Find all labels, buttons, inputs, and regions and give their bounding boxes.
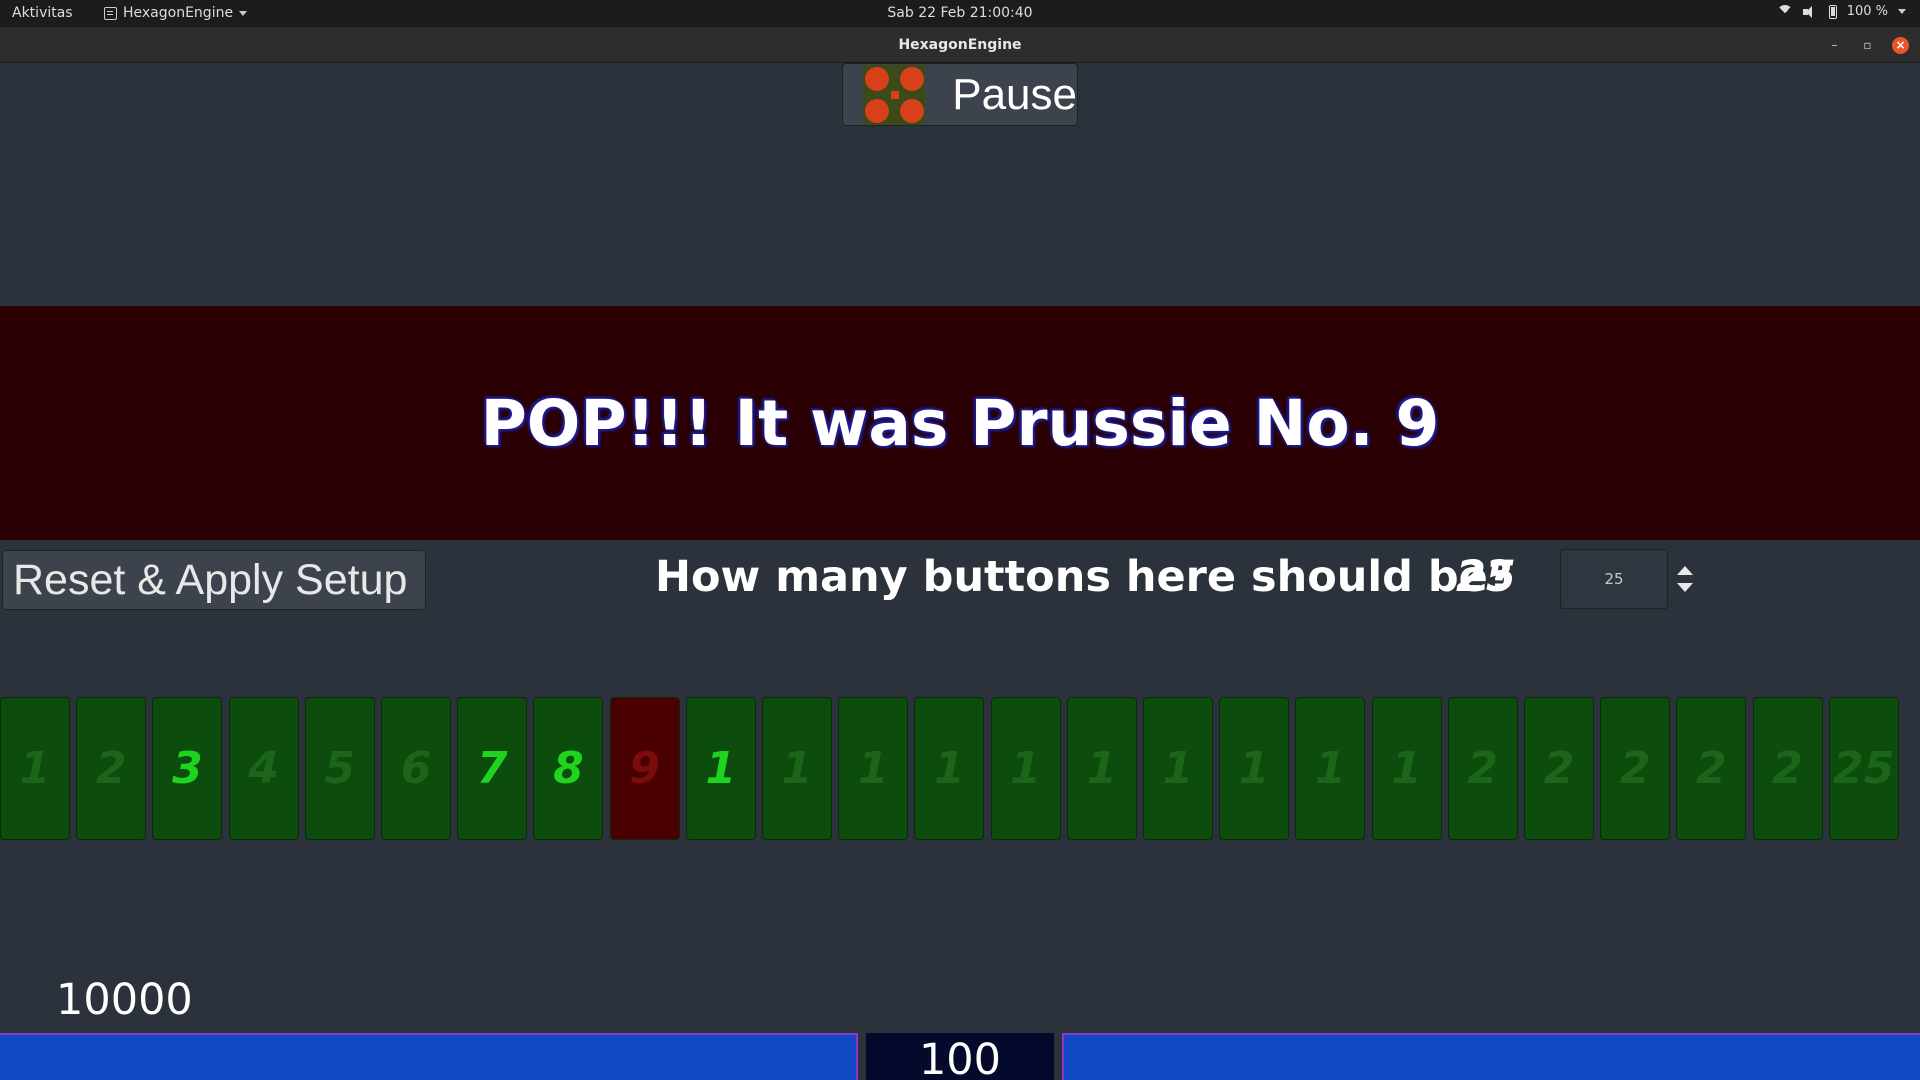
number-button[interactable]: 8: [533, 697, 604, 840]
number-button[interactable]: 1: [762, 697, 832, 840]
system-tray[interactable]: 100 %: [1776, 4, 1906, 21]
status-bar-left: [0, 1033, 858, 1080]
number-button[interactable]: 7: [457, 697, 528, 840]
activities-button[interactable]: Aktivitas: [12, 5, 73, 21]
app-menu-label: HexagonEngine: [123, 5, 234, 21]
status-center-value: 100: [866, 1033, 1054, 1080]
number-button[interactable]: 6: [381, 697, 451, 840]
chevron-down-icon: [1898, 9, 1906, 14]
status-bar-right: [1062, 1033, 1920, 1080]
number-button[interactable]: 1: [914, 697, 985, 840]
clock[interactable]: Sab 22 Feb 21:00:40: [0, 5, 1920, 21]
number-button[interactable]: 2: [1752, 697, 1823, 840]
reset-apply-setup-button[interactable]: Reset & Apply Setup: [2, 550, 426, 610]
wifi-icon: [1776, 4, 1793, 21]
app-menu[interactable]: HexagonEngine: [104, 5, 248, 21]
number-button[interactable]: 9: [609, 697, 680, 840]
window-title: HexagonEngine: [898, 37, 1022, 53]
number-button[interactable]: 1: [838, 697, 909, 840]
number-button[interactable]: 1: [0, 697, 70, 840]
score-value: 10000: [56, 975, 193, 1025]
number-button[interactable]: 3: [152, 697, 223, 840]
button-count-spinbox[interactable]: 25: [1560, 549, 1668, 609]
x-shape-icon: [863, 64, 926, 125]
close-button[interactable]: ×: [1892, 37, 1909, 54]
minimize-button[interactable]: –: [1826, 37, 1843, 54]
message-banner: POP!!! It was Prussie No. 9: [0, 306, 1920, 540]
spin-down-icon[interactable]: [1677, 583, 1693, 592]
number-button[interactable]: 2: [76, 697, 147, 840]
spin-up-icon[interactable]: [1677, 566, 1693, 575]
number-button[interactable]: 5: [304, 697, 375, 840]
number-button[interactable]: 1: [685, 697, 756, 840]
number-buttons-row: 1 2 3 4 5 6 7 8 9 1 1 1 1 1 1 1 1 1 1 2 2 2 2 2 25: [0, 697, 1920, 840]
number-button[interactable]: 1: [1066, 697, 1137, 840]
number-button[interactable]: 1: [1143, 697, 1213, 840]
number-button[interactable]: 2: [1447, 697, 1518, 840]
number-button[interactable]: 2: [1676, 697, 1747, 840]
system-top-bar: Aktivitas HexagonEngine Sab 22 Feb 21:00…: [0, 0, 1920, 27]
number-button[interactable]: 1: [1219, 697, 1290, 840]
button-count-question: How many buttons here should be?: [655, 552, 1513, 602]
number-button[interactable]: 1: [990, 697, 1061, 840]
number-button[interactable]: 1: [1295, 697, 1366, 840]
number-button[interactable]: 1: [1371, 697, 1442, 840]
chevron-down-icon: [239, 10, 248, 16]
pause-button[interactable]: Pause: [842, 63, 1078, 126]
battery-percentage: 100 %: [1846, 4, 1888, 19]
number-button[interactable]: 2: [1600, 697, 1671, 840]
number-button[interactable]: 25: [1828, 697, 1899, 840]
number-button[interactable]: 2: [1524, 697, 1594, 840]
volume-icon: [1802, 5, 1819, 19]
pause-label: Pause: [952, 69, 1077, 119]
banner-message: POP!!! It was Prussie No. 9: [480, 386, 1440, 460]
battery-icon: [1828, 4, 1837, 19]
app-menu-icon: [104, 6, 117, 20]
number-button[interactable]: 4: [228, 697, 299, 840]
button-count-display: 25: [1456, 552, 1516, 602]
maximize-button[interactable]: ▫: [1859, 37, 1876, 54]
window-titlebar: HexagonEngine – ▫ ×: [0, 27, 1920, 63]
